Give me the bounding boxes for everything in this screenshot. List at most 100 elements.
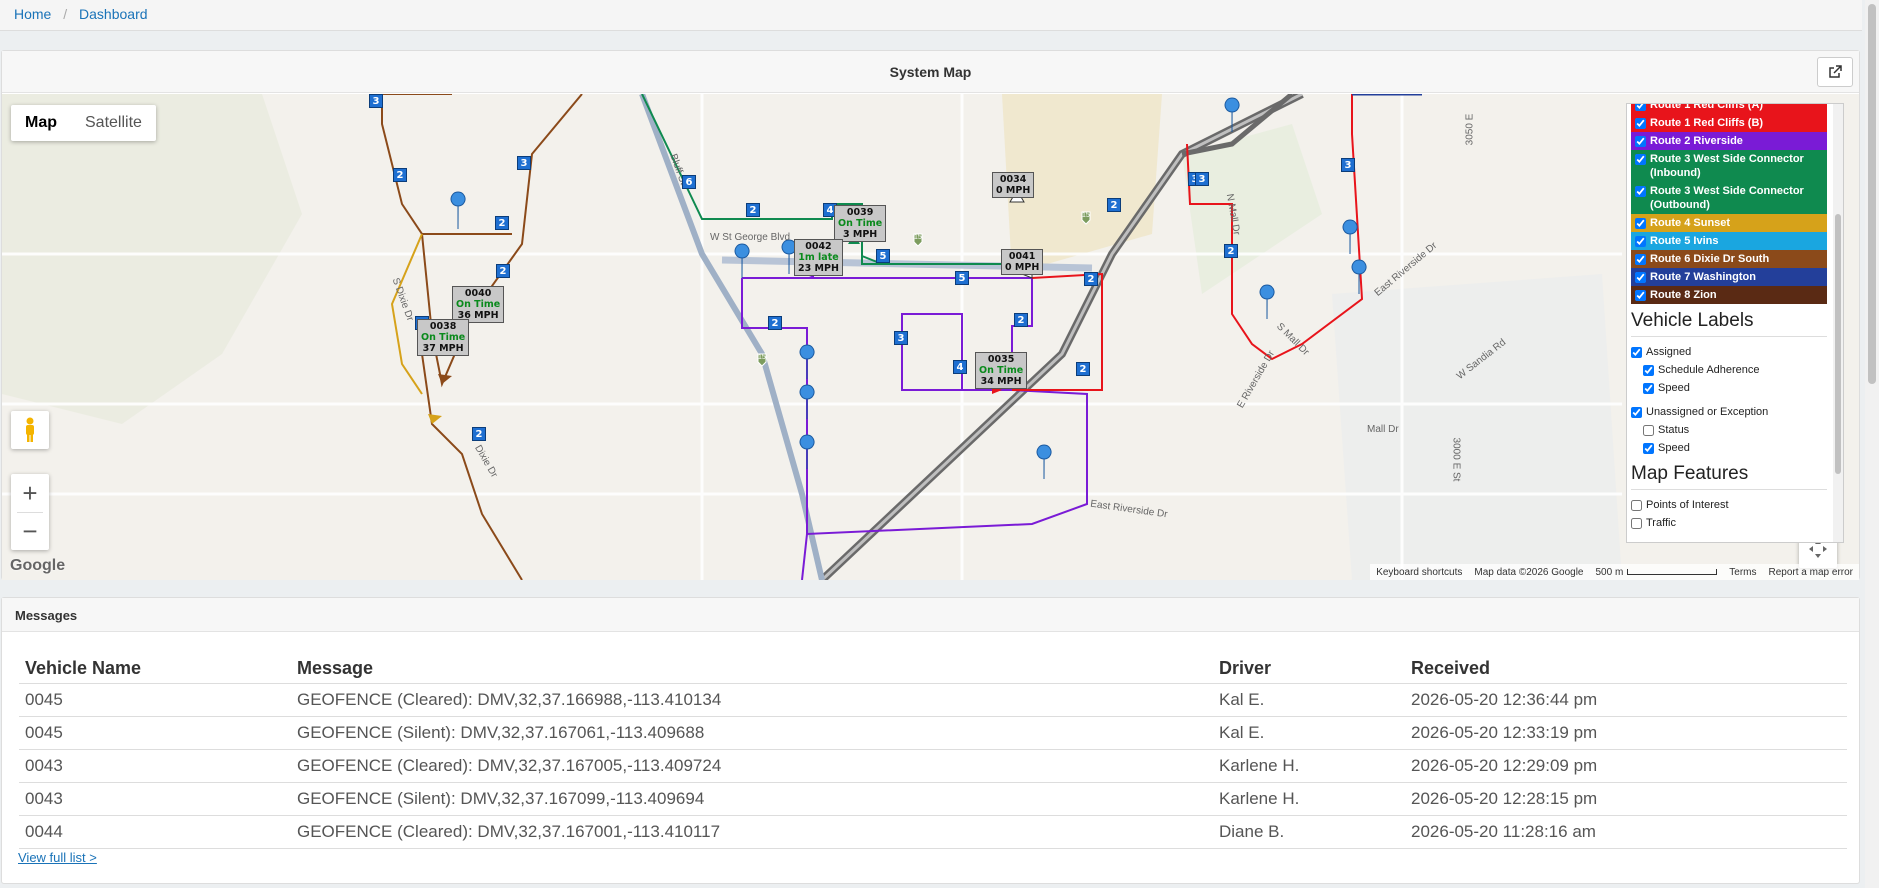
route-checkbox[interactable] xyxy=(1635,154,1646,165)
assigned-checkbox[interactable] xyxy=(1631,346,1642,358)
route-label: Route 6 Dixie Dr South xyxy=(1650,253,1770,265)
status-option[interactable]: Status xyxy=(1631,421,1839,439)
map-type-map-button[interactable]: Map xyxy=(11,105,71,141)
map-type-satellite-button[interactable]: Satellite xyxy=(71,105,156,141)
assigned-speed-option[interactable]: Speed xyxy=(1631,379,1839,397)
breadcrumb-dashboard-link[interactable]: Dashboard xyxy=(79,6,148,22)
view-full-list-link[interactable]: View full list > xyxy=(18,850,97,865)
terms-link[interactable]: Terms xyxy=(1729,567,1756,578)
vehicle-label-0038[interactable]: 0038 On Time 37 MPH xyxy=(417,319,470,356)
assigned-option[interactable]: Assigned xyxy=(1631,343,1839,361)
table-row[interactable]: 0045 GEOFENCE (Cleared): DMV,32,37.166988… xyxy=(19,683,1847,717)
route-stop-marker[interactable]: 2 xyxy=(1014,313,1028,327)
route-stop-marker[interactable]: 6 xyxy=(682,175,696,189)
route-checkbox[interactable] xyxy=(1635,272,1646,283)
map-canvas[interactable]: W St George Blvd Bluff St S Dixie Dr Dix… xyxy=(2,94,1859,580)
table-row[interactable]: 0045 GEOFENCE (Silent): DMV,32,37.167061,… xyxy=(19,716,1847,750)
traffic-checkbox[interactable] xyxy=(1631,517,1642,529)
table-row[interactable]: 0043 GEOFENCE (Cleared): DMV,32,37.167005… xyxy=(19,749,1847,783)
route-legend-item[interactable]: Route 2 Riverside xyxy=(1631,132,1827,150)
route-stop-marker[interactable]: 4 xyxy=(953,360,967,374)
breadcrumb-home-link[interactable]: Home xyxy=(14,6,51,22)
open-external-button[interactable] xyxy=(1817,57,1853,87)
route-legend-item[interactable]: Route 5 Ivins xyxy=(1631,232,1827,250)
route-label: Route 8 Zion xyxy=(1650,289,1717,301)
report-error-link[interactable]: Report a map error xyxy=(1769,567,1853,578)
keyboard-shortcuts-link[interactable]: Keyboard shortcuts xyxy=(1376,567,1462,578)
route-checkbox[interactable] xyxy=(1635,186,1646,197)
route-stop-marker[interactable]: 2 xyxy=(1076,362,1090,376)
schedule-adherence-option[interactable]: Schedule Adherence xyxy=(1631,361,1839,379)
route-stop-marker[interactable]: 2 xyxy=(495,216,509,230)
cell-message: GEOFENCE (Cleared): DMV,32,37.167001,-11… xyxy=(291,815,1213,849)
route-checkbox[interactable] xyxy=(1635,218,1646,229)
vehicle-label-0041[interactable]: 0041 0 MPH xyxy=(1001,249,1044,275)
route-stop-marker[interactable]: 3 xyxy=(1341,158,1355,172)
traffic-option[interactable]: Traffic xyxy=(1631,514,1839,532)
cell-vehicle: 0043 xyxy=(19,749,291,783)
poi-option[interactable]: Points of Interest xyxy=(1631,496,1839,514)
route-stop-marker[interactable]: 3 xyxy=(894,331,908,345)
route-label: Route 4 Sunset xyxy=(1650,217,1731,229)
unassigned-speed-option[interactable]: Speed xyxy=(1631,439,1839,457)
route-stop-marker[interactable]: 3 xyxy=(517,156,531,170)
route-stop-marker[interactable]: 5 xyxy=(955,271,969,285)
route-stop-marker[interactable]: 2 xyxy=(1084,272,1098,286)
route-legend-item[interactable]: Route 3 West Side Connector (Inbound) xyxy=(1631,150,1827,182)
table-row[interactable]: 0044 GEOFENCE (Cleared): DMV,32,37.167001… xyxy=(19,815,1847,849)
street-label-mall: Mall Dr xyxy=(1367,424,1399,435)
map-type-control: Map Satellite xyxy=(11,105,156,141)
route-stop-marker[interactable]: 3 xyxy=(369,94,383,108)
street-view-pegman[interactable] xyxy=(11,411,49,449)
google-logo: Google xyxy=(10,557,66,574)
route-stop-marker[interactable]: 5 xyxy=(876,249,890,263)
route-stop-marker[interactable]: 2 xyxy=(496,264,510,278)
zoom-out-button[interactable]: − xyxy=(11,512,49,550)
schedule-adherence-checkbox[interactable] xyxy=(1643,364,1654,376)
cell-received: 2026-05-20 12:36:44 pm xyxy=(1405,683,1847,717)
route-checkbox[interactable] xyxy=(1635,136,1646,147)
route-stop-marker[interactable]: 2 xyxy=(746,203,760,217)
route-legend-item[interactable]: Route 1 Red Cliffs (B) xyxy=(1631,114,1827,132)
route-checkbox[interactable] xyxy=(1635,290,1646,301)
map-data-credit: Map data ©2026 Google xyxy=(1474,566,1584,578)
unassigned-speed-checkbox[interactable] xyxy=(1643,442,1654,454)
route-stop-marker[interactable]: 2 xyxy=(768,316,782,330)
unassigned-option[interactable]: Unassigned or Exception xyxy=(1631,403,1839,421)
route-checkbox[interactable] xyxy=(1635,104,1646,111)
route-stop-marker[interactable]: 2 xyxy=(393,168,407,182)
page-scrollbar[interactable] xyxy=(1865,0,1879,888)
route-legend-item[interactable]: Route 8 Zion xyxy=(1631,286,1827,304)
table-row[interactable]: 0043 GEOFENCE (Silent): DMV,32,37.167099,… xyxy=(19,782,1847,816)
route-legend-item[interactable]: Route 1 Red Cliffs (A) xyxy=(1631,104,1827,114)
unassigned-checkbox[interactable] xyxy=(1631,406,1642,418)
map-features-heading: Map Features xyxy=(1631,463,1827,490)
legend-scroll-thumb[interactable] xyxy=(1835,214,1841,474)
page-scroll-thumb[interactable] xyxy=(1868,4,1876,384)
assigned-speed-checkbox[interactable] xyxy=(1643,382,1654,394)
vehicle-label-0040[interactable]: 0040 On Time 36 MPH xyxy=(452,286,505,323)
vehicle-label-0042[interactable]: 0042 1m late 23 MPH xyxy=(794,239,843,276)
route-checkbox[interactable] xyxy=(1635,236,1646,247)
vehicle-label-0034[interactable]: 0034 0 MPH xyxy=(992,172,1035,198)
route-stop-marker[interactable]: 2 xyxy=(1224,244,1238,258)
zoom-in-button[interactable]: + xyxy=(11,474,49,512)
route-stop-marker[interactable]: 2 xyxy=(1107,198,1121,212)
scale-bar xyxy=(1627,568,1718,575)
route-checkbox[interactable] xyxy=(1635,254,1646,265)
cell-driver: Kal E. xyxy=(1213,683,1405,717)
vehicle-label-0035[interactable]: 0035 On Time 34 MPH xyxy=(975,352,1028,389)
route-legend-item[interactable]: Route 6 Dixie Dr South xyxy=(1631,250,1827,268)
route-stop-marker[interactable]: 2 xyxy=(472,427,486,441)
route-legend-item[interactable]: Route 7 Washington xyxy=(1631,268,1827,286)
column-header-message: Message xyxy=(291,654,1213,684)
column-header-vehicle: Vehicle Name xyxy=(19,654,291,684)
route-checkbox[interactable] xyxy=(1635,118,1646,129)
status-checkbox[interactable] xyxy=(1643,424,1654,436)
route-stop-marker[interactable]: 3 xyxy=(1195,172,1209,186)
legend-scrollbar[interactable] xyxy=(1833,104,1843,542)
route-legend-item[interactable]: Route 4 Sunset xyxy=(1631,214,1827,232)
poi-checkbox[interactable] xyxy=(1631,499,1642,511)
route-legend-item[interactable]: Route 3 West Side Connector (Outbound) xyxy=(1631,182,1827,214)
vehicle-label-0039[interactable]: 0039 On Time 3 MPH xyxy=(834,205,887,242)
